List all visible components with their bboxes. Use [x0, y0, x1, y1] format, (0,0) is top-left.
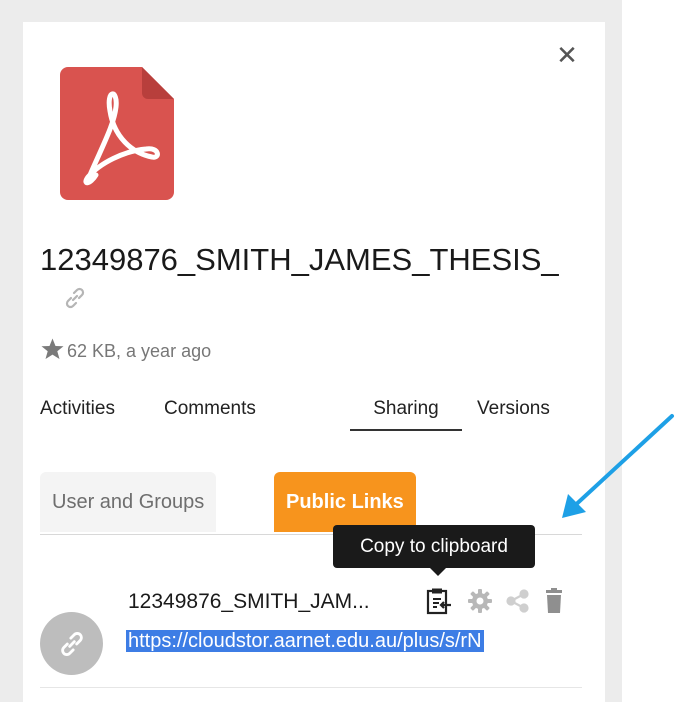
link-icon	[61, 632, 83, 656]
public-link-url[interactable]: https://cloudstor.aarnet.edu.au/plus/s/r…	[126, 625, 582, 657]
tab-activities[interactable]: Activities	[40, 389, 115, 429]
tab-comments[interactable]: Comments	[164, 389, 256, 429]
share-icon[interactable]	[504, 587, 532, 615]
tab-versions[interactable]: Versions	[477, 389, 550, 429]
link-icon[interactable]	[63, 286, 87, 310]
details-panel: ✕ 12349876_SMITH_JAMES_THESIS_ 62 KB, a	[23, 22, 605, 702]
public-link-row: 12349876_SMITH_JAM... https://cloudstor.…	[40, 577, 582, 688]
tab-user-and-groups[interactable]: User and Groups	[40, 472, 217, 532]
public-link-name: 12349876_SMITH_JAM...	[128, 590, 370, 613]
callout-arrow	[562, 414, 674, 518]
tab-public-links[interactable]: Public Links	[274, 472, 416, 532]
pdf-file-icon	[60, 67, 174, 200]
trash-icon[interactable]	[540, 587, 568, 615]
copy-tooltip: Copy to clipboard	[333, 525, 535, 568]
star-icon[interactable]	[40, 337, 65, 361]
sidebar-frame: ✕ 12349876_SMITH_JAMES_THESIS_ 62 KB, a	[0, 0, 622, 702]
tab-sharing[interactable]: Sharing	[350, 389, 462, 431]
gear-icon[interactable]	[466, 587, 494, 615]
file-meta-text: 62 KB, a year ago	[67, 341, 212, 361]
public-link-url-text: https://cloudstor.aarnet.edu.au/plus/s/r…	[126, 630, 484, 652]
close-button[interactable]: ✕	[554, 42, 580, 68]
avatar	[40, 612, 103, 675]
file-meta: 62 KB, a year ago	[40, 336, 211, 366]
file-title: 12349876_SMITH_JAMES_THESIS_	[40, 242, 559, 277]
clipboard-icon[interactable]	[424, 587, 452, 615]
tooltip-pointer	[429, 567, 447, 576]
